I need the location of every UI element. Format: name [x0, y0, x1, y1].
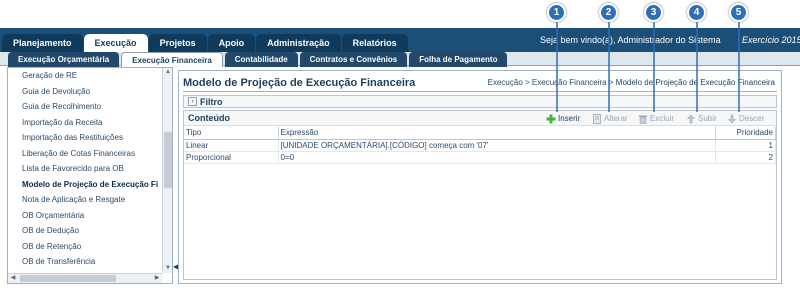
sub-tab-bar: Execução Orçamentária Execução Financeir… — [8, 52, 509, 67]
sub-tab-contratos-convenios[interactable]: Contratos e Convênios — [299, 52, 408, 67]
callout-marker-3: 3 — [644, 3, 663, 22]
cell-prioridade: 2 — [715, 151, 776, 164]
move-up-button[interactable]: Subir — [686, 112, 717, 125]
trash-icon — [639, 115, 647, 124]
sidebar-item-liberacao-cotas[interactable]: Liberação de Cotas Financeiras — [8, 146, 172, 162]
breadcrumb: Execução > Execução Financeira > Modelo … — [488, 78, 775, 87]
sidebar-item-modelo-projecao[interactable]: Modelo de Projeção de Execução Fi — [8, 177, 172, 193]
sidebar-item-ob-deducao[interactable]: OB de Dedução — [8, 223, 172, 239]
arrow-up-icon — [686, 114, 696, 123]
callout-marker-4: 4 — [687, 3, 706, 22]
sidebar-item-ob-retencao[interactable]: OB de Retenção — [8, 239, 172, 255]
projection-model-table: Tipo Expressão Prioridade Linear [UNIDAD… — [184, 127, 776, 164]
table-row[interactable]: Proporcional 0=0 2 — [184, 151, 776, 164]
sidebar-item-ob-transferencia[interactable]: OB de Transferência — [8, 254, 172, 270]
filter-section[interactable]: › Filtro — [183, 95, 777, 108]
breadcrumb-separator: > — [608, 78, 614, 87]
app-window: Planejamento Execução Projetos Apoio Adm… — [0, 0, 800, 300]
exercise-year: Exercício 2015 — [742, 35, 800, 45]
insert-button-label: Inserir — [558, 114, 581, 123]
cell-expressao: [UNIDADE ORÇAMENTÁRIA].[CÓDIGO] começa c… — [278, 139, 716, 152]
scroll-right-arrow-icon[interactable]: ▶ — [152, 274, 162, 283]
insert-button[interactable]: Inserir — [546, 112, 580, 125]
breadcrumb-link-execucao[interactable]: Execução — [488, 78, 523, 87]
edit-document-icon — [593, 113, 601, 124]
column-header-tipo[interactable]: Tipo — [184, 127, 279, 140]
sidebar-vertical-scroll-thumb[interactable] — [164, 132, 172, 188]
title-divider — [183, 91, 777, 92]
sub-tab-folha-pagamento[interactable]: Folha de Pagamento — [409, 52, 508, 67]
edit-button-label: Alterar — [604, 114, 628, 123]
main-tab-administracao[interactable]: Administração — [256, 34, 341, 52]
cell-tipo: Proporcional — [184, 151, 279, 164]
breadcrumb-link-execucao-financeira[interactable]: Execução Financeira — [532, 78, 607, 87]
page-title: Modelo de Projeção de Execução Financeir… — [183, 77, 416, 89]
sidebar-horizontal-scrollbar[interactable]: ◀ ▶ — [8, 273, 162, 283]
sidebar-item-importacao-receita[interactable]: Importação da Receita — [8, 115, 172, 131]
move-down-button-label: Descer — [739, 114, 765, 123]
move-down-button[interactable]: Descer — [727, 112, 764, 125]
delete-button-label: Excluir — [650, 114, 675, 123]
sidebar-vertical-scrollbar[interactable]: ▲ ▼ — [162, 68, 172, 273]
cell-prioridade: 1 — [715, 139, 776, 152]
main-tab-execucao[interactable]: Execução — [83, 34, 148, 52]
table-row[interactable]: Linear [UNIDADE ORÇAMENTÁRIA].[CÓDIGO] c… — [184, 139, 776, 152]
breadcrumb-separator: > — [525, 78, 530, 87]
callout-marker-1: 1 — [547, 3, 566, 22]
main-content-panel: Modelo de Projeção de Execução Financeir… — [178, 70, 782, 284]
delete-button[interactable]: Excluir — [638, 112, 674, 125]
cell-tipo: Linear — [184, 139, 279, 152]
main-tab-bar: Planejamento Execução Projetos Apoio Adm… — [2, 34, 409, 52]
callout-marker-2: 2 — [599, 3, 618, 22]
table-header-row: Tipo Expressão Prioridade — [184, 127, 776, 140]
content-label: Conteúdo — [188, 113, 230, 123]
main-tab-apoio[interactable]: Apoio — [207, 34, 256, 52]
sidebar-item-ob-orcamentaria[interactable]: OB Orçamentária — [8, 208, 172, 224]
sidebar-horizontal-scroll-thumb[interactable] — [20, 275, 116, 282]
sidebar-item-nota-aplicacao[interactable]: Nota de Aplicação e Resgate — [8, 192, 172, 208]
sub-tab-execucao-orcamentaria[interactable]: Execução Orçamentária — [8, 52, 120, 67]
arrow-down-icon — [727, 114, 737, 123]
sidebar-item-importacao-restituicoes[interactable]: Importação das Restituições — [8, 130, 172, 146]
sub-tab-execucao-financeira[interactable]: Execução Financeira — [121, 52, 223, 67]
scroll-left-arrow-icon[interactable]: ◀ — [8, 274, 18, 283]
breadcrumb-current: Modelo de Projeção de Execução Financeir… — [615, 78, 775, 87]
column-header-expressao[interactable]: Expressão — [278, 127, 716, 140]
edit-button[interactable]: Alterar — [592, 112, 628, 125]
main-tab-projetos[interactable]: Projetos — [148, 34, 207, 52]
main-tab-relatorios[interactable]: Relatórios — [341, 34, 408, 52]
main-tab-planejamento[interactable]: Planejamento — [2, 34, 83, 52]
sidebar-item-lista-favorecido[interactable]: Lista de Favorecido para OB — [8, 161, 172, 177]
content-section: Conteúdo Inserir Alterar Excluir Subir D… — [183, 110, 777, 280]
sidebar-item-geracao-re[interactable]: Geração de RE — [8, 68, 172, 84]
cell-expressao: 0=0 — [278, 151, 716, 164]
expand-filter-icon[interactable]: › — [188, 97, 197, 106]
scroll-down-arrow-icon[interactable]: ▼ — [163, 264, 172, 273]
sub-tab-contabilidade[interactable]: Contabilidade — [224, 52, 298, 67]
callout-marker-5: 5 — [729, 3, 748, 22]
welcome-text: Seja bem vindo(a), Administrador do Sist… — [540, 35, 721, 45]
sidebar-menu: Geração de RE Guia de Devolução Guia de … — [7, 67, 173, 284]
plus-icon — [546, 114, 556, 123]
move-up-button-label: Subir — [698, 114, 717, 123]
sidebar-item-guia-devolucao[interactable]: Guia de Devolução — [8, 84, 172, 100]
sidebar-item-guia-recolhimento[interactable]: Guia de Recolhimento — [8, 99, 172, 115]
content-header: Conteúdo Inserir Alterar Excluir Subir D… — [184, 111, 776, 126]
column-header-prioridade[interactable]: Prioridade — [715, 127, 776, 140]
scroll-up-arrow-icon[interactable]: ▲ — [163, 68, 172, 77]
filter-label: Filtro — [200, 97, 223, 107]
